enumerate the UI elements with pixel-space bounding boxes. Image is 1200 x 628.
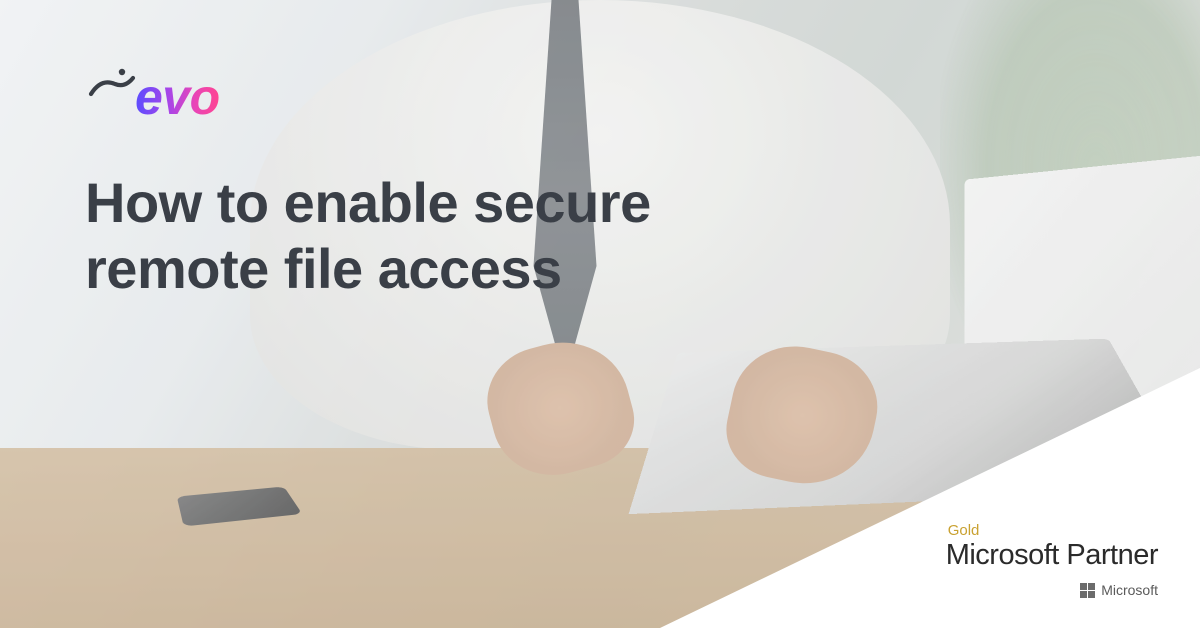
- content-area: evo How to enable secure remote file acc…: [0, 0, 1200, 370]
- microsoft-brand: Microsoft: [946, 582, 1158, 598]
- partner-program: Microsoft Partner: [946, 539, 1158, 572]
- headline-line-2: remote file access: [85, 237, 562, 300]
- headline: How to enable secure remote file access: [85, 170, 835, 302]
- microsoft-logo-icon: [1080, 583, 1095, 598]
- headline-line-1: How to enable secure: [85, 171, 651, 234]
- evo-wordmark: evo: [135, 68, 220, 126]
- eir-evo-logo: evo: [85, 68, 220, 126]
- microsoft-partner-badge: Gold Microsoft Partner Microsoft: [946, 522, 1158, 598]
- partner-tier: Gold: [948, 522, 1158, 539]
- microsoft-name: Microsoft: [1101, 582, 1158, 598]
